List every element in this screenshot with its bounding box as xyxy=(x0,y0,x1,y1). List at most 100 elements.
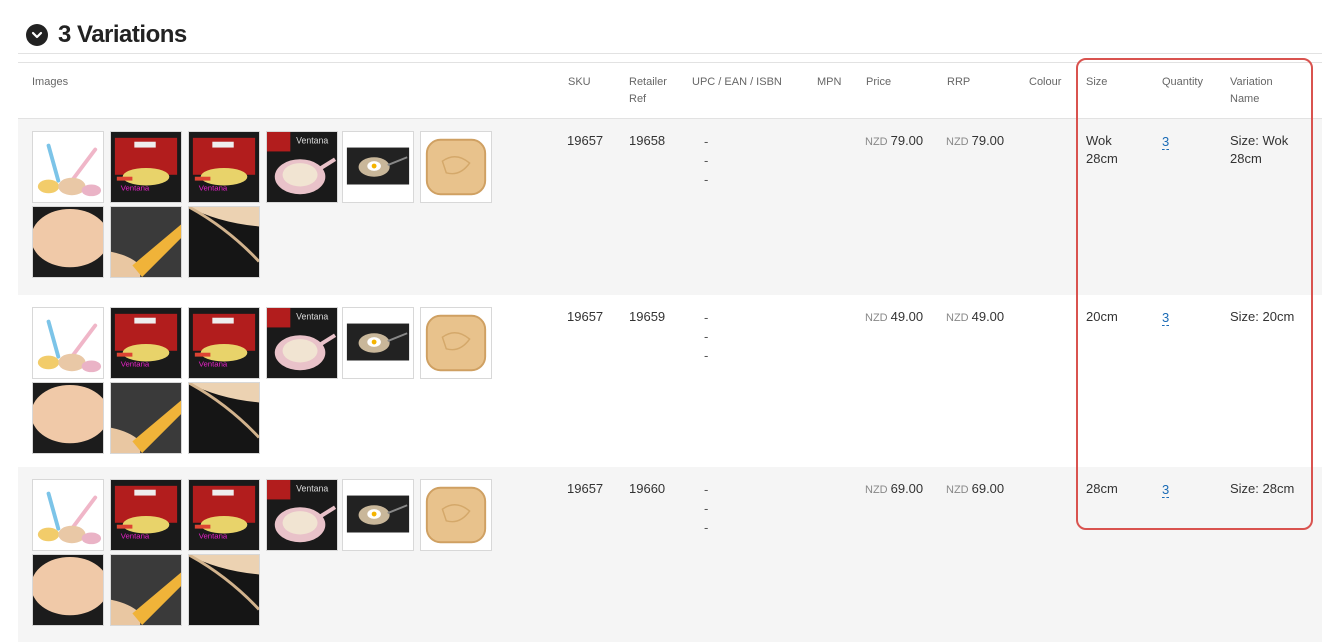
title-divider xyxy=(18,53,1322,54)
upc-value: - xyxy=(704,172,709,187)
ventana-box-red-image[interactable]: Ventana xyxy=(110,479,182,551)
quantity-link[interactable]: 3 xyxy=(1162,482,1170,498)
col-header-images: Images xyxy=(32,76,69,88)
ventana-box-pink-pan-image[interactable]: Ventana xyxy=(266,479,338,551)
retailer-ref-cell: 19658 xyxy=(629,133,666,148)
col-header-colour: Colour xyxy=(1029,76,1062,88)
upc-value: - xyxy=(704,501,709,516)
pan-rim-closeup-image[interactable] xyxy=(188,382,260,454)
pan-inner-closeup-image[interactable] xyxy=(32,382,104,454)
svg-text:Ventana: Ventana xyxy=(199,531,228,540)
col-header-price: Price xyxy=(866,76,892,88)
upc-value: - xyxy=(704,153,709,168)
svg-text:Ventana: Ventana xyxy=(296,484,328,494)
table-top-border xyxy=(18,62,1322,63)
ventana-box-pink-pan-image[interactable]: Ventana xyxy=(266,131,338,203)
col-header-retailer-ref-line2: Ref xyxy=(629,93,647,105)
col-header-mpn: MPN xyxy=(817,76,842,88)
svg-text:Ventana: Ventana xyxy=(199,359,228,368)
pan-inner-closeup-image[interactable] xyxy=(32,206,104,278)
size-value-line1: 20cm xyxy=(1086,309,1118,324)
ventana-box-red-image[interactable]: Ventana xyxy=(188,131,260,203)
col-header-variation-name-line2: Name xyxy=(1230,93,1260,105)
price-value: 79.00 xyxy=(890,133,924,148)
ventana-box-red-image[interactable]: Ventana xyxy=(188,479,260,551)
size-value-line1: 28cm xyxy=(1086,481,1118,496)
svg-text:Ventana: Ventana xyxy=(199,183,228,192)
pan-handle-closeup-image[interactable] xyxy=(110,206,182,278)
upc-value: - xyxy=(704,310,709,325)
size-value-line1: Wok xyxy=(1086,133,1112,148)
variation-name-line2: 28cm xyxy=(1230,151,1262,166)
col-header-retailer-ref-line1: Retailer xyxy=(629,76,667,88)
pan-set-pastel-image[interactable] xyxy=(32,479,104,551)
pan-inner-closeup-image[interactable] xyxy=(32,554,104,626)
pan-surface-closeup-image[interactable] xyxy=(420,307,492,379)
ventana-box-pink-pan-image[interactable]: Ventana xyxy=(266,307,338,379)
section-title: 3 Variations xyxy=(58,21,187,48)
upc-value: - xyxy=(704,348,709,363)
rrp-cell: NZD 49.00 xyxy=(946,308,1004,327)
pan-surface-closeup-image[interactable] xyxy=(420,479,492,551)
pan-set-pastel-image[interactable] xyxy=(32,307,104,379)
price-currency: NZD xyxy=(865,312,888,324)
pan-rim-closeup-image[interactable] xyxy=(188,554,260,626)
col-header-variation-name: Variation Name xyxy=(1230,74,1273,108)
svg-text:Ventana: Ventana xyxy=(121,183,150,192)
svg-text:Ventana: Ventana xyxy=(121,531,150,540)
upc-value: - xyxy=(704,520,709,535)
sku-cell: 19657 xyxy=(567,133,604,148)
pan-surface-closeup-image[interactable] xyxy=(420,131,492,203)
variation-name-cell: Size: 20cm xyxy=(1230,308,1294,326)
ventana-box-red-image[interactable]: Ventana xyxy=(188,307,260,379)
rrp-currency: NZD xyxy=(946,312,969,324)
upc-cell: - - - xyxy=(704,480,708,537)
retailer-ref-cell: 19660 xyxy=(629,481,666,496)
chevron-down-circle-icon[interactable] xyxy=(26,24,48,46)
svg-text:Ventana: Ventana xyxy=(296,312,328,322)
ventana-box-red-image[interactable]: Ventana xyxy=(110,131,182,203)
size-value-line2: 28cm xyxy=(1086,151,1118,166)
pan-with-egg-image[interactable] xyxy=(342,131,414,203)
rrp-value: 69.00 xyxy=(971,481,1005,496)
price-cell: NZD 49.00 xyxy=(865,308,923,327)
pan-rim-closeup-image[interactable] xyxy=(188,206,260,278)
retailer-ref-cell: 19659 xyxy=(629,309,666,324)
rrp-currency: NZD xyxy=(946,136,969,148)
price-currency: NZD xyxy=(865,136,888,148)
pan-set-pastel-image[interactable] xyxy=(32,131,104,203)
variation-name-line1: Size: Wok xyxy=(1230,133,1289,148)
rrp-currency: NZD xyxy=(946,484,969,496)
rrp-value: 49.00 xyxy=(971,309,1005,324)
price-value: 49.00 xyxy=(890,309,924,324)
rrp-cell: NZD 79.00 xyxy=(946,132,1004,151)
variation-name-cell: Size: 28cm xyxy=(1230,480,1294,498)
pan-with-egg-image[interactable] xyxy=(342,307,414,379)
size-cell: 20cm xyxy=(1086,308,1118,326)
col-header-variation-name-line1: Variation xyxy=(1230,76,1273,88)
price-cell: NZD 69.00 xyxy=(865,480,923,499)
col-header-quantity: Quantity xyxy=(1162,76,1203,88)
size-cell: Wok 28cm xyxy=(1086,132,1118,168)
col-header-upc: UPC / EAN / ISBN xyxy=(692,76,782,88)
ventana-box-red-image[interactable]: Ventana xyxy=(110,307,182,379)
col-header-rrp: RRP xyxy=(947,76,971,88)
col-header-sku: SKU xyxy=(568,76,591,88)
pan-handle-closeup-image[interactable] xyxy=(110,382,182,454)
variation-name-line1: Size: 20cm xyxy=(1230,309,1295,324)
price-currency: NZD xyxy=(865,484,888,496)
quantity-link[interactable]: 3 xyxy=(1162,134,1170,150)
quantity-link[interactable]: 3 xyxy=(1162,310,1170,326)
col-header-size: Size xyxy=(1086,76,1108,88)
pan-with-egg-image[interactable] xyxy=(342,479,414,551)
upc-value: - xyxy=(704,329,709,344)
section-header: 3 Variations xyxy=(26,20,187,50)
sku-cell: 19657 xyxy=(567,481,604,496)
rrp-value: 79.00 xyxy=(971,133,1005,148)
size-cell: 28cm xyxy=(1086,480,1118,498)
variation-name-cell: Size: Wok 28cm xyxy=(1230,132,1288,168)
svg-text:Ventana: Ventana xyxy=(296,136,328,146)
rrp-cell: NZD 69.00 xyxy=(946,480,1004,499)
pan-handle-closeup-image[interactable] xyxy=(110,554,182,626)
upc-value: - xyxy=(704,134,709,149)
